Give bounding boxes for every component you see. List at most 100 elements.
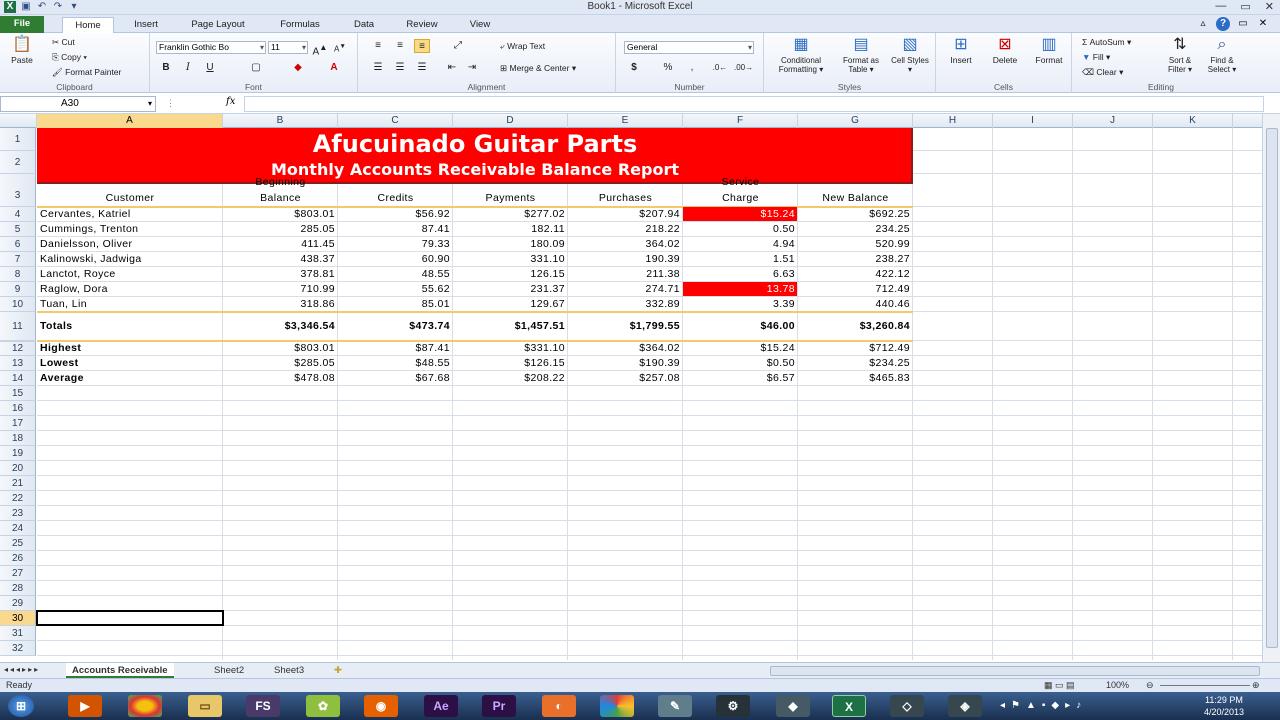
firefox-icon[interactable]: ◉ [364, 695, 398, 717]
tab-formulas[interactable]: Formulas [270, 17, 330, 33]
restore-window-icon[interactable]: ▭ [1236, 17, 1250, 31]
name-box[interactable]: A30 [0, 96, 156, 112]
app-pen-icon[interactable]: ✎ [658, 695, 692, 717]
column-header-i[interactable]: I [993, 114, 1073, 128]
row-header-3[interactable]: 3 [0, 174, 36, 207]
header-service[interactable]: Service [686, 174, 795, 190]
insert-cells-button[interactable]: ⊞ Insert [940, 35, 982, 65]
decrease-decimal-icon[interactable]: .00→ [734, 61, 753, 75]
app-fs-icon[interactable]: FS [246, 695, 280, 717]
amount-cell[interactable]: $692.25 [801, 207, 910, 222]
align-bottom-icon[interactable]: ≡ [414, 39, 430, 53]
app-gray-icon[interactable]: ◆ [776, 695, 810, 717]
tab-file[interactable]: File [0, 16, 44, 33]
app-green-icon[interactable]: ✿ [306, 695, 340, 717]
row-header-17[interactable]: 17 [0, 416, 36, 431]
row-header-15[interactable]: 15 [0, 386, 36, 401]
shrink-font-icon[interactable]: A▼ [332, 40, 348, 54]
amount-cell[interactable]: 440.46 [801, 297, 910, 312]
sort-filter-button[interactable]: ⇅ Sort & Filter ▾ [1160, 35, 1200, 74]
format-as-table-button[interactable]: ▤ Format as Table ▾ [836, 35, 886, 74]
amount-cell[interactable]: 87.41 [341, 222, 450, 237]
total-cell[interactable]: $1,457.51 [456, 312, 565, 341]
amount-cell[interactable]: 85.01 [341, 297, 450, 312]
bold-button[interactable]: B [158, 61, 174, 75]
amount-cell[interactable]: 55.62 [341, 282, 450, 297]
amount-cell[interactable]: 411.45 [226, 237, 335, 252]
amount-cell[interactable]: 318.86 [226, 297, 335, 312]
row-header-29[interactable]: 29 [0, 596, 36, 611]
row-header-18[interactable]: 18 [0, 431, 36, 446]
row-header-10[interactable]: 10 [0, 297, 36, 312]
insert-function-button[interactable]: fx [226, 96, 235, 107]
header-payments[interactable]: Payments [456, 190, 565, 206]
row-header-21[interactable]: 21 [0, 476, 36, 491]
stat-cell[interactable]: $465.83 [801, 371, 910, 386]
amount-cell[interactable]: 79.33 [341, 237, 450, 252]
wrap-text-button[interactable]: ⤶ Wrap Text [500, 41, 545, 52]
amount-cell[interactable]: 1.51 [686, 252, 795, 267]
amount-cell[interactable]: 285.05 [226, 222, 335, 237]
minimize-icon[interactable]: — [1215, 0, 1226, 13]
cell-styles-button[interactable]: ▧ Cell Styles ▾ [888, 35, 932, 74]
conditional-formatting-button[interactable]: ▦ Conditional Formatting ▾ [768, 35, 834, 74]
row-header-31[interactable]: 31 [0, 626, 36, 641]
header-balance[interactable]: Balance [226, 190, 335, 206]
align-middle-icon[interactable]: ≡ [392, 39, 408, 53]
amount-cell[interactable]: 520.99 [801, 237, 910, 252]
row-header-6[interactable]: 6 [0, 237, 36, 252]
formula-input[interactable] [244, 96, 1264, 112]
row-header-24[interactable]: 24 [0, 521, 36, 536]
amount-cell[interactable]: 4.94 [686, 237, 795, 252]
paste-button[interactable]: 📋 Paste [4, 35, 40, 65]
font-color-icon[interactable]: A [326, 61, 342, 75]
amount-cell[interactable]: 234.25 [801, 222, 910, 237]
amount-cell[interactable]: $803.01 [226, 207, 335, 222]
column-header-a[interactable]: A [37, 114, 223, 128]
sheet-tab-sheet2[interactable]: Sheet2 [208, 663, 250, 678]
increase-indent-icon[interactable]: ⇥ [464, 61, 480, 75]
row-header-9[interactable]: 9 [0, 282, 36, 297]
row-header-20[interactable]: 20 [0, 461, 36, 476]
column-header-b[interactable]: B [223, 114, 338, 128]
decrease-indent-icon[interactable]: ⇤ [444, 61, 460, 75]
amount-cell[interactable]: $207.94 [571, 207, 680, 222]
header-purchases[interactable]: Purchases [571, 190, 680, 206]
font-size-combo[interactable]: 11 [268, 41, 308, 54]
amount-cell[interactable]: 218.22 [571, 222, 680, 237]
stat-cell[interactable]: $0.50 [686, 356, 795, 371]
header-customer[interactable]: Customer [40, 190, 220, 206]
customer-name[interactable]: Kalinowski, Jadwiga [40, 252, 220, 267]
stat-cell[interactable]: $190.39 [571, 356, 680, 371]
stat-cell[interactable]: $712.49 [801, 341, 910, 356]
grow-font-icon[interactable]: A▲ [312, 40, 328, 57]
stat-label[interactable]: Highest [40, 341, 220, 356]
row-header-23[interactable]: 23 [0, 506, 36, 521]
amount-cell[interactable]: $277.02 [456, 207, 565, 222]
stat-cell[interactable]: $234.25 [801, 356, 910, 371]
zoom-slider[interactable] [1160, 685, 1250, 686]
amount-cell[interactable]: 422.12 [801, 267, 910, 282]
amount-cell[interactable]: 13.78 [686, 282, 795, 297]
total-cell[interactable]: $1,799.55 [571, 312, 680, 341]
row-header-27[interactable]: 27 [0, 566, 36, 581]
column-header-c[interactable]: C [338, 114, 453, 128]
row-header-12[interactable]: 12 [0, 341, 36, 356]
font-name-combo[interactable]: Franklin Gothic Bo [156, 41, 266, 54]
total-cell[interactable]: $3,260.84 [801, 312, 910, 341]
row-header-19[interactable]: 19 [0, 446, 36, 461]
after-effects-icon[interactable]: Ae [424, 695, 458, 717]
maximize-icon[interactable]: ▭ [1240, 0, 1250, 13]
amount-cell[interactable]: 231.37 [456, 282, 565, 297]
amount-cell[interactable]: 364.02 [571, 237, 680, 252]
customer-name[interactable]: Lanctot, Royce [40, 267, 220, 282]
steam-icon[interactable]: ⚙ [716, 695, 750, 717]
amount-cell[interactable]: $56.92 [341, 207, 450, 222]
help-icon[interactable]: ? [1216, 17, 1230, 31]
underline-button[interactable]: U [202, 61, 218, 75]
row-header-28[interactable]: 28 [0, 581, 36, 596]
row-header-16[interactable]: 16 [0, 401, 36, 416]
number-format-combo[interactable]: General [624, 41, 754, 54]
column-header-h[interactable]: H [913, 114, 993, 128]
close-workbook-icon[interactable]: ✕ [1256, 17, 1270, 31]
